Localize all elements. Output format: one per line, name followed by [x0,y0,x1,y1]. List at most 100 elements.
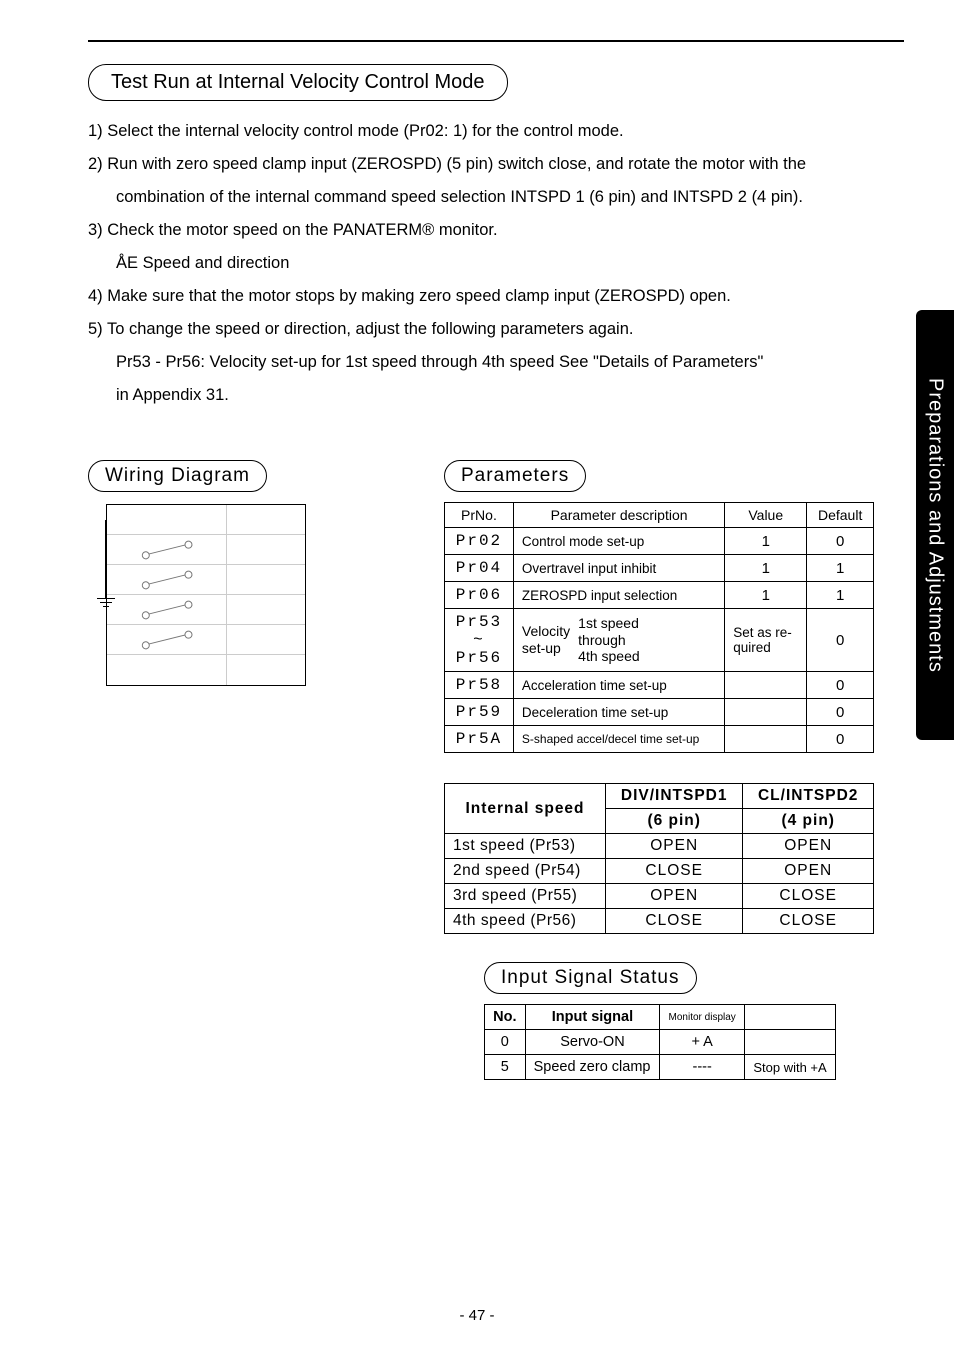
value-top: Set as re- [733,625,798,640]
cell-default: 1 [807,582,874,609]
header-monitor: Monitor display [660,1005,745,1030]
table-row: Pr58 Acceleration time set-up 0 [445,672,874,699]
cell-default: 0 [807,528,874,555]
cell-desc: Control mode set-up [513,528,724,555]
cell-default: 1 [807,555,874,582]
table-row: Pr04 Overtravel input inhibit 1 1 [445,555,874,582]
input-signal-table: No. Input signal Monitor display 0 Servo… [484,1004,836,1080]
table-row: 0 Servo-ON + A [485,1030,836,1055]
header-div-pin: (6 pin) [605,809,742,834]
input-signal-heading: Input Signal Status [484,962,697,994]
cell-sig: Speed zero clamp [525,1055,660,1080]
table-row: Pr5A S-shaped accel/decel time set-up 0 [445,726,874,753]
cell-value: 1 [725,555,807,582]
prno-bot: Pr56 [453,649,505,667]
cell-value: 1 [725,528,807,555]
step-4: 4) Make sure that the motor stops by mak… [88,280,904,313]
switch-icon [145,544,188,556]
table-header-row: Internal speed DIV/INTSPD1 CL/INTSPD2 [445,784,874,809]
step-5c: in Appendix 31. [88,379,904,412]
cell-desc: ZEROSPD input selection [513,582,724,609]
cell-desc: S-shaped accel/decel time set-up [513,726,724,753]
cell-desc: Velocity set-up 1st speed through 4th sp… [513,609,724,672]
table-row: 3rd speed (Pr55) OPEN CLOSE [445,884,874,909]
header-cl: CL/INTSPD2 [743,784,874,809]
cell-desc: Overtravel input inhibit [513,555,724,582]
cell-value [725,672,807,699]
cell-value [725,699,807,726]
parameters-heading: Parameters [444,460,586,492]
cell-no: 5 [485,1055,526,1080]
cell-prno: Pr59 [445,699,514,726]
cell-speed-label: 1st speed (Pr53) [445,834,606,859]
wiring-heading: Wiring Diagram [88,460,267,492]
header-value: Value [725,503,807,528]
table-row: 1st speed (Pr53) OPEN OPEN [445,834,874,859]
header-note [745,1005,836,1030]
cell-prno: Pr58 [445,672,514,699]
vs-left-top: Velocity [522,623,570,640]
table-row-velocity: Pr53 ~ Pr56 Velocity set-up 1st speed th… [445,609,874,672]
cell: CLOSE [605,859,742,884]
cell: OPEN [605,834,742,859]
vs-left-bot: set-up [522,640,570,657]
table-header-row: PrNo. Parameter description Value Defaul… [445,503,874,528]
prno-mid: ~ [453,631,505,649]
cell-mon: ---- [660,1055,745,1080]
internal-speed-table: Internal speed DIV/INTSPD1 CL/INTSPD2 (6… [444,783,874,934]
cell: OPEN [743,859,874,884]
cell-note [745,1030,836,1055]
step-2b: combination of the internal command spee… [88,181,904,214]
header-sig: Input signal [525,1005,660,1030]
table-row: Pr02 Control mode set-up 1 0 [445,528,874,555]
table-row: 2nd speed (Pr54) CLOSE OPEN [445,859,874,884]
switch-icon [145,604,188,616]
cell-default: 0 [807,609,874,672]
cell: OPEN [743,834,874,859]
value-bot: quired [733,640,798,655]
wiring-diagram [106,504,306,686]
cell-note: Stop with +A [745,1055,836,1080]
cell-default: 0 [807,672,874,699]
table-row: Pr06 ZEROSPD input selection 1 1 [445,582,874,609]
vs-right-mid: through [578,632,640,649]
header-default: Default [807,503,874,528]
parameters-table: PrNo. Parameter description Value Defaul… [444,502,874,753]
cell-desc: Acceleration time set-up [513,672,724,699]
instruction-steps: 1) Select the internal velocity control … [88,115,904,412]
header-intspd: Internal speed [445,784,606,834]
section-title: Test Run at Internal Velocity Control Mo… [88,64,508,101]
cell-speed-label: 3rd speed (Pr55) [445,884,606,909]
table-header-row: No. Input signal Monitor display [485,1005,836,1030]
vs-right-top: 1st speed [578,615,640,632]
header-cl-pin: (4 pin) [743,809,874,834]
header-no: No. [485,1005,526,1030]
cell: OPEN [605,884,742,909]
cell: CLOSE [743,884,874,909]
cell-no: 0 [485,1030,526,1055]
cell-speed-label: 4th speed (Pr56) [445,909,606,934]
vs-right-bot: 4th speed [578,648,640,665]
cell: CLOSE [605,909,742,934]
table-row: Pr59 Deceleration time set-up 0 [445,699,874,726]
switch-icon [145,634,188,646]
prno-top: Pr53 [453,613,505,631]
cell-default: 0 [807,726,874,753]
cell-speed-label: 2nd speed (Pr54) [445,859,606,884]
header-div: DIV/INTSPD1 [605,784,742,809]
page-number: - 47 - [459,1307,494,1324]
cell-value: Set as re- quired [725,609,807,672]
step-2: 2) Run with zero speed clamp input (ZERO… [88,148,904,181]
header-prno: PrNo. [445,503,514,528]
table-row: 4th speed (Pr56) CLOSE CLOSE [445,909,874,934]
cell-desc: Deceleration time set-up [513,699,724,726]
step-5: 5) To change the speed or direction, adj… [88,313,904,346]
step-3b: ÅE Speed and direction [88,247,904,280]
header-desc: Parameter description [513,503,724,528]
switch-icon [145,574,188,586]
top-rule [88,40,904,42]
step-1: 1) Select the internal velocity control … [88,115,904,148]
table-row: 5 Speed zero clamp ---- Stop with +A [485,1055,836,1080]
cell-prno-range: Pr53 ~ Pr56 [445,609,514,672]
cell-prno: Pr06 [445,582,514,609]
